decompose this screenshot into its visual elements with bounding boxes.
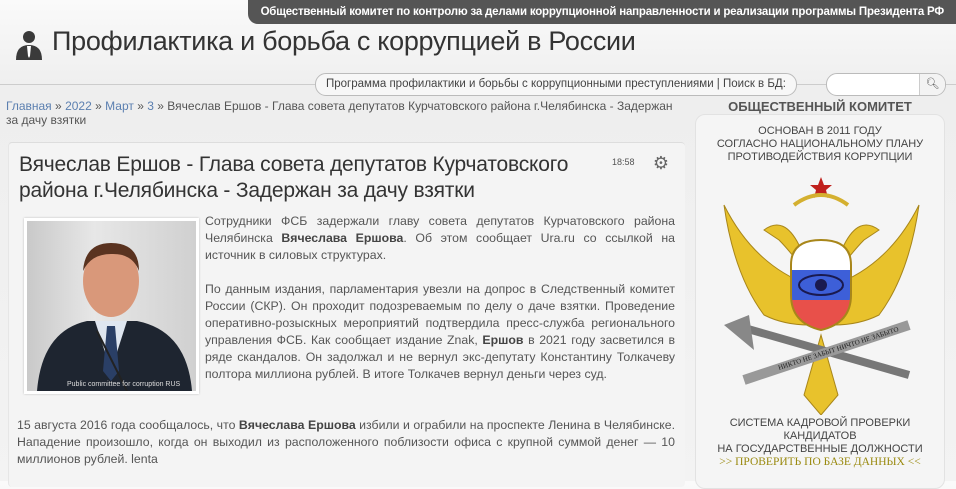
search-input[interactable]	[827, 74, 919, 95]
sidebar-committee-box: ОСНОВАН В 2011 ГОДУ СОГЛАСНО НАЦИОНАЛЬНОМ…	[695, 114, 945, 489]
sidebar-intro: ОСНОВАН В 2011 ГОДУ СОГЛАСНО НАЦИОНАЛЬНОМ…	[716, 125, 924, 163]
paragraph-2: По данным издания, парламентария увезли …	[205, 282, 675, 381]
paragraph-1: Сотрудники ФСБ задержали главу совета де…	[205, 214, 675, 262]
search-box: 🔍︎	[826, 73, 946, 96]
search-icon: 🔍︎	[925, 78, 940, 90]
top-bar: Общественный комитет по контролю за дела…	[248, 0, 956, 24]
search-button[interactable]: 🔍︎	[919, 74, 945, 95]
paragraph-3: 15 августа 2016 года сообщалось, что Вяч…	[17, 418, 675, 466]
breadcrumb-sep: »	[55, 99, 62, 113]
person-photo	[37, 243, 192, 391]
breadcrumb-sep: »	[157, 99, 164, 113]
committee-emblem-icon[interactable]: НИКТО НЕ ЗАБЫТ НИЧТО НЕ ЗАБЫТО	[714, 175, 929, 415]
sidebar-system-text: СИСТЕМА КАДРОВОЙ ПРОВЕРКИ КАНДИДАТОВ НА ГО…	[717, 417, 923, 468]
site-title[interactable]: Профилактика и борьба с коррупцией в Рос…	[52, 26, 636, 57]
article-time: 18:58	[612, 157, 635, 167]
article: Вячеслав Ершов - Глава совета депутатов …	[8, 142, 685, 487]
article-title: Вячеслав Ершов - Глава совета депутатов …	[19, 153, 569, 202]
breadcrumb-sep: »	[137, 99, 144, 113]
photo-caption: Public committee for corruption RUS	[67, 381, 181, 388]
article-photo: Public committee for corruption RUS	[24, 218, 199, 394]
breadcrumb: Главная » 2022 » Март » 3 » Вячеслав Ерш…	[6, 99, 686, 127]
nav-program-link[interactable]: Программа профилактики и борьбы с корруп…	[315, 73, 797, 96]
check-database-link[interactable]: >> ПРОВЕРИТЬ ПО БАЗЕ ДАННЫХ <<	[719, 456, 920, 468]
breadcrumb-home[interactable]: Главная	[6, 99, 52, 113]
person-logo-icon	[16, 31, 42, 60]
gear-icon[interactable]: ⚙	[651, 153, 671, 173]
sidebar-heading: ОБЩЕСТВЕННЫЙ КОМИТЕТ	[728, 99, 912, 114]
breadcrumb-sep: »	[95, 99, 102, 113]
breadcrumb-month[interactable]: Март	[105, 99, 134, 113]
breadcrumb-year[interactable]: 2022	[65, 99, 92, 113]
breadcrumb-day[interactable]: 3	[147, 99, 154, 113]
